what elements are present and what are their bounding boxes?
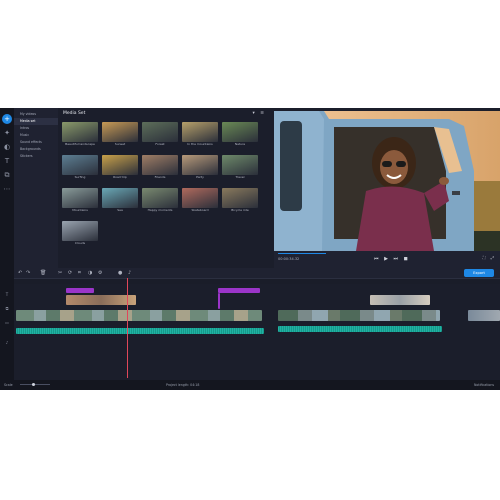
timecode: 00:00:34.32 [278,257,300,261]
media-thumbnail-label: Surfing [74,175,86,179]
media-thumbnail[interactable] [142,155,178,175]
video-clip[interactable] [278,310,440,321]
media-thumbnail-label: Clouds [74,241,86,245]
overlay-track-icon[interactable]: ⧉ [0,306,14,311]
media-thumbnail[interactable] [142,122,178,142]
media-thumbnail[interactable] [222,122,258,142]
media-thumbnail-label: Sea [117,208,123,212]
sidebar-item-media-set[interactable]: Media set [14,118,58,125]
media-thumbnail-label: In the mountains [187,142,213,146]
media-thumbnail[interactable] [182,122,218,142]
sidebar-item-my-videos[interactable]: My videos [14,111,58,118]
overlay-clip[interactable] [66,295,136,305]
filters-icon[interactable]: ◐ [2,142,12,152]
delete-icon[interactable]: 🗑 [40,270,46,276]
titles-icon[interactable]: T [2,156,12,166]
media-thumbnail-label: Nature [234,142,246,146]
magic-wand-icon[interactable]: ✦ [2,128,12,138]
media-thumbnail[interactable] [142,188,178,208]
title-clip[interactable] [66,288,94,293]
title-clip[interactable] [218,288,260,293]
media-thumbnail-label: Road trip [113,175,127,179]
video-editor-window: + ✦ ◐ T ⧉ ⋯ My videos Media set Intros M… [0,108,500,390]
export-button[interactable]: Export [464,269,494,277]
media-thumbnail[interactable] [182,155,218,175]
panel-view-icons[interactable]: ▾ ≡ [253,111,266,116]
audio-clip[interactable] [278,326,442,332]
transport-controls[interactable]: ⏮ ▶ ⏭ ◼ [374,256,410,262]
media-thumbnail-label: Mountains [72,208,88,212]
timeline-toolbar: ↶ ↷ 🗑 ✂ ⟳ ⌗ ◑ ⚙ ● ♪ Export [14,268,500,278]
player-controls: 00:00:34.32 ⏮ ▶ ⏭ ◼ ⛶ ⤢ [274,251,500,268]
media-thumbnail[interactable] [102,155,138,175]
media-thumbnail[interactable] [222,155,258,175]
rotate-icon[interactable]: ⟳ [68,270,72,276]
preview-player[interactable] [274,111,500,251]
import-icon[interactable]: + [2,114,12,124]
media-thumbnail-label: Sunset [114,142,126,146]
undo-icon[interactable]: ↶ [18,270,22,276]
project-length: Project length: 04:18 [166,383,200,387]
video-clip[interactable] [468,310,500,321]
playhead[interactable] [127,278,128,378]
video-clip[interactable] [16,310,262,321]
media-thumbnail[interactable] [102,188,138,208]
sidebar-item-intros[interactable]: Intros [14,125,58,132]
media-thumbnail[interactable] [182,188,218,208]
media-thumbnail-label: Beautiful landscape [65,142,95,146]
sidebar-item-backgrounds[interactable]: Backgrounds [14,146,58,153]
media-thumbnail[interactable] [62,122,98,142]
media-thumbnail-label: Party [196,175,204,179]
media-panel: Media Set ▾ ≡ Beautiful landscape Sunset F… [58,108,272,268]
playback-progress[interactable] [278,253,326,254]
audio-track-icon[interactable]: ♪ [0,340,14,345]
fullscreen-icon[interactable]: ⛶ ⤢ [483,255,496,260]
redo-icon[interactable]: ↷ [26,270,30,276]
sidebar-item-sound-effects[interactable]: Sound effects [14,139,58,146]
media-thumbnail[interactable] [62,221,98,241]
media-thumbnail[interactable] [102,122,138,142]
media-thumbnail[interactable] [62,155,98,175]
category-sidebar: My videos Media set Intros Music Sound e… [14,108,58,268]
more-tools-icon[interactable]: ⋯ [2,184,12,194]
notifications-label[interactable]: Notifications [474,383,494,387]
media-thumbnail[interactable] [222,188,258,208]
media-thumbnail-label: Happy moments [147,208,173,212]
tool-rail: + ✦ ◐ T ⧉ ⋯ [0,108,14,390]
color-adjust-icon[interactable]: ◑ [88,270,92,276]
media-thumbnail-label: Friends [154,175,166,179]
overlay-clip[interactable] [370,295,430,305]
sidebar-item-music[interactable]: Music [14,132,58,139]
audio-clip[interactable] [16,328,264,334]
preview-frame-illustration [274,111,500,251]
title-track-icon[interactable]: T [0,292,14,297]
record-icon[interactable]: ● [118,270,122,276]
media-panel-title: Media Set [63,111,86,116]
media-thumbnail-label: Forest [155,142,165,146]
scale-slider[interactable] [20,383,50,386]
media-thumbnail-label: Bicycle ride [231,208,249,212]
title-clip-stem [218,293,220,309]
media-thumbnail-label: Skateboard [191,208,209,212]
timeline-tracks: T ⧉ ▭ ♪ [5,278,500,380]
transitions-icon[interactable]: ⧉ [2,170,12,180]
crop-icon[interactable]: ⌗ [78,270,81,276]
split-icon[interactable]: ✂ [58,270,62,276]
media-thumbnail-label: Travel [235,175,245,179]
video-track-icon[interactable]: ▭ [0,320,14,325]
clip-properties-icon[interactable]: ⚙ [98,270,102,276]
scale-label: Scale [4,383,13,387]
status-bar: Scale Project length: 04:18 Notification… [0,380,500,390]
audio-icon[interactable]: ♪ [128,270,131,276]
media-thumbnail[interactable] [62,188,98,208]
sidebar-item-stickers[interactable]: Stickers [14,153,58,160]
